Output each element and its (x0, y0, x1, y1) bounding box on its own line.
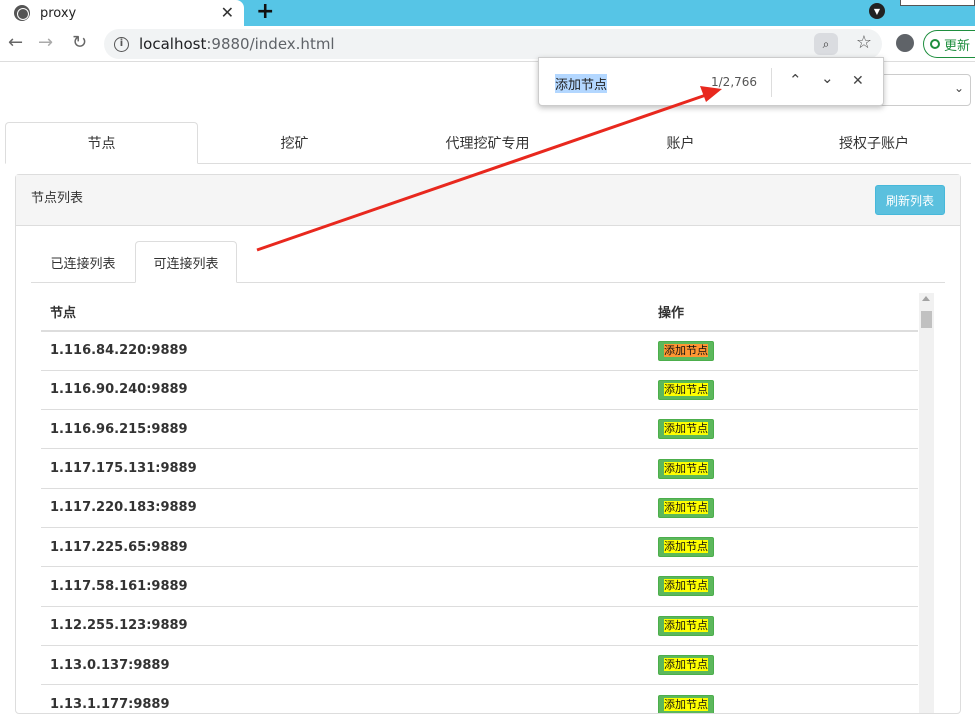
add-node-button[interactable]: 添加节点 (658, 340, 714, 361)
add-node-label: 添加节点 (664, 618, 708, 632)
action-cell: 添加节点 (649, 330, 918, 371)
add-node-button[interactable]: 添加节点 (658, 458, 714, 479)
add-node-button[interactable]: 添加节点 (658, 497, 714, 518)
window-controls[interactable] (900, 0, 975, 6)
chevron-up-icon[interactable]: ⌃ (789, 71, 802, 89)
scrollbar-thumb[interactable] (921, 311, 932, 328)
tab-close-icon[interactable]: ✕ (221, 3, 234, 22)
add-node-label: 添加节点 (664, 461, 708, 475)
node-table: 节点 操作 1.116.84.220:9889 添加节点 1.116.90.240:… (41, 293, 918, 713)
forward-arrow-icon[interactable]: → (38, 32, 53, 53)
action-cell: 添加节点 (649, 644, 918, 685)
table-scrollbar[interactable] (919, 293, 934, 713)
add-node-button[interactable]: 添加节点 (658, 655, 714, 676)
update-button[interactable]: 更新 (923, 30, 975, 58)
back-arrow-icon[interactable]: ← (8, 32, 23, 53)
table-row: 1.117.220.183:9889 添加节点 (41, 487, 918, 528)
chevron-down-icon[interactable]: ⌄ (821, 69, 834, 87)
node-address: 1.13.0.137:9889 (41, 644, 649, 685)
node-address: 1.12.255.123:9889 (41, 605, 649, 646)
add-node-label: 添加节点 (664, 540, 708, 554)
tab-mining[interactable]: 挖矿 (198, 122, 391, 164)
update-icon (930, 39, 940, 49)
browser-tab[interactable]: proxy ✕ (0, 0, 244, 26)
bookmark-star-icon[interactable]: ☆ (856, 32, 872, 53)
node-address: 1.117.225.65:9889 (41, 526, 649, 567)
panel-heading: 节点列表 刷新列表 (16, 175, 960, 226)
table-row: 1.117.225.65:9889 添加节点 (41, 526, 918, 567)
add-node-button[interactable]: 添加节点 (658, 537, 714, 558)
find-bar: 添加节点 1/2,766 ⌃ ⌄ ✕ (538, 57, 884, 106)
action-cell: 添加节点 (649, 487, 918, 528)
site-info-icon[interactable]: i (114, 36, 129, 52)
profile-avatar-icon[interactable] (896, 34, 914, 52)
table-row: 1.116.96.215:9889 添加节点 (41, 409, 918, 449)
chevron-down-icon: ⌄ (953, 81, 964, 95)
update-label: 更新 (944, 38, 971, 54)
action-cell: 添加节点 (649, 605, 918, 646)
table-row: 1.117.175.131:9889 添加节点 (41, 448, 918, 489)
find-input[interactable]: 添加节点 (555, 74, 608, 93)
add-node-button[interactable]: 添加节点 (658, 379, 714, 400)
tab-sub-accounts[interactable]: 授权子账户 (777, 122, 971, 164)
node-address: 1.13.1.177:9889 (41, 684, 649, 713)
add-node-label: 添加节点 (664, 382, 708, 396)
tab-connected-list[interactable]: 已连接列表 (31, 241, 135, 283)
sub-tabs: 已连接列表 可连接列表 (31, 241, 945, 283)
node-address: 1.117.220.183:9889 (41, 487, 649, 528)
add-node-label: 添加节点 (664, 697, 708, 711)
url-text[interactable]: localhost:9880/index.html (139, 35, 335, 53)
add-node-label: 添加节点 (664, 343, 708, 357)
tab-available-list[interactable]: 可连接列表 (135, 241, 237, 283)
node-address: 1.116.90.240:9889 (41, 369, 649, 410)
tab-nodes[interactable]: 节点 (5, 122, 198, 164)
add-node-button[interactable]: 添加节点 (658, 615, 714, 636)
add-node-button[interactable]: 添加节点 (658, 576, 714, 597)
add-node-label: 添加节点 (664, 658, 708, 672)
main-tabs: 节点 挖矿 代理挖矿专用 账户 授权子账户 (5, 122, 971, 164)
table-row: 1.13.0.137:9889 添加节点 (41, 644, 918, 685)
find-in-page-icon[interactable]: ⌕ (814, 33, 838, 55)
table-row: 1.116.90.240:9889 添加节点 (41, 369, 918, 410)
add-node-button[interactable]: 添加节点 (658, 419, 714, 440)
tab-title: proxy (40, 5, 77, 21)
node-address: 1.116.96.215:9889 (41, 409, 649, 449)
node-address: 1.117.58.161:9889 (41, 566, 649, 607)
tab-search-icon[interactable]: ▼ (869, 3, 885, 19)
refresh-list-button[interactable]: 刷新列表 (875, 185, 945, 215)
scroll-up-icon[interactable] (922, 296, 930, 301)
column-header-node: 节点 (41, 293, 649, 332)
node-table-container: 节点 操作 1.116.84.220:9889 添加节点 1.116.90.240:… (41, 293, 918, 713)
action-cell: 添加节点 (649, 684, 918, 713)
table-row: 1.12.255.123:9889 添加节点 (41, 605, 918, 646)
new-tab-button[interactable]: + (256, 0, 274, 24)
find-match-count: 1/2,766 (711, 75, 758, 89)
add-node-button[interactable]: 添加节点 (658, 694, 714, 713)
add-node-label: 添加节点 (664, 500, 708, 514)
table-row: 1.117.58.161:9889 添加节点 (41, 566, 918, 607)
panel-title: 节点列表 (31, 191, 84, 206)
tab-proxy-mining[interactable]: 代理挖矿专用 (391, 122, 584, 164)
node-address: 1.116.84.220:9889 (41, 330, 649, 371)
tab-account[interactable]: 账户 (584, 122, 777, 164)
action-cell: 添加节点 (649, 566, 918, 607)
add-node-label: 添加节点 (664, 579, 708, 593)
node-address: 1.117.175.131:9889 (41, 448, 649, 489)
node-list-panel: 节点列表 刷新列表 已连接列表 可连接列表 节点 操作 1.116.84.220… (15, 174, 961, 714)
action-cell: 添加节点 (649, 369, 918, 410)
tab-strip: proxy ✕ + ▼ (0, 0, 975, 26)
table-row: 1.13.1.177:9889 添加节点 (41, 684, 918, 713)
action-cell: 添加节点 (649, 409, 918, 449)
table-row: 1.116.84.220:9889 添加节点 (41, 330, 918, 371)
column-header-action: 操作 (649, 293, 918, 332)
find-divider (771, 68, 772, 97)
reload-icon[interactable]: ↻ (72, 32, 87, 53)
action-cell: 添加节点 (649, 448, 918, 489)
action-cell: 添加节点 (649, 526, 918, 567)
add-node-label: 添加节点 (664, 422, 708, 436)
address-bar[interactable]: i localhost:9880/index.html ⌕ ☆ (104, 29, 882, 59)
close-icon[interactable]: ✕ (852, 73, 864, 89)
globe-icon (14, 5, 30, 21)
